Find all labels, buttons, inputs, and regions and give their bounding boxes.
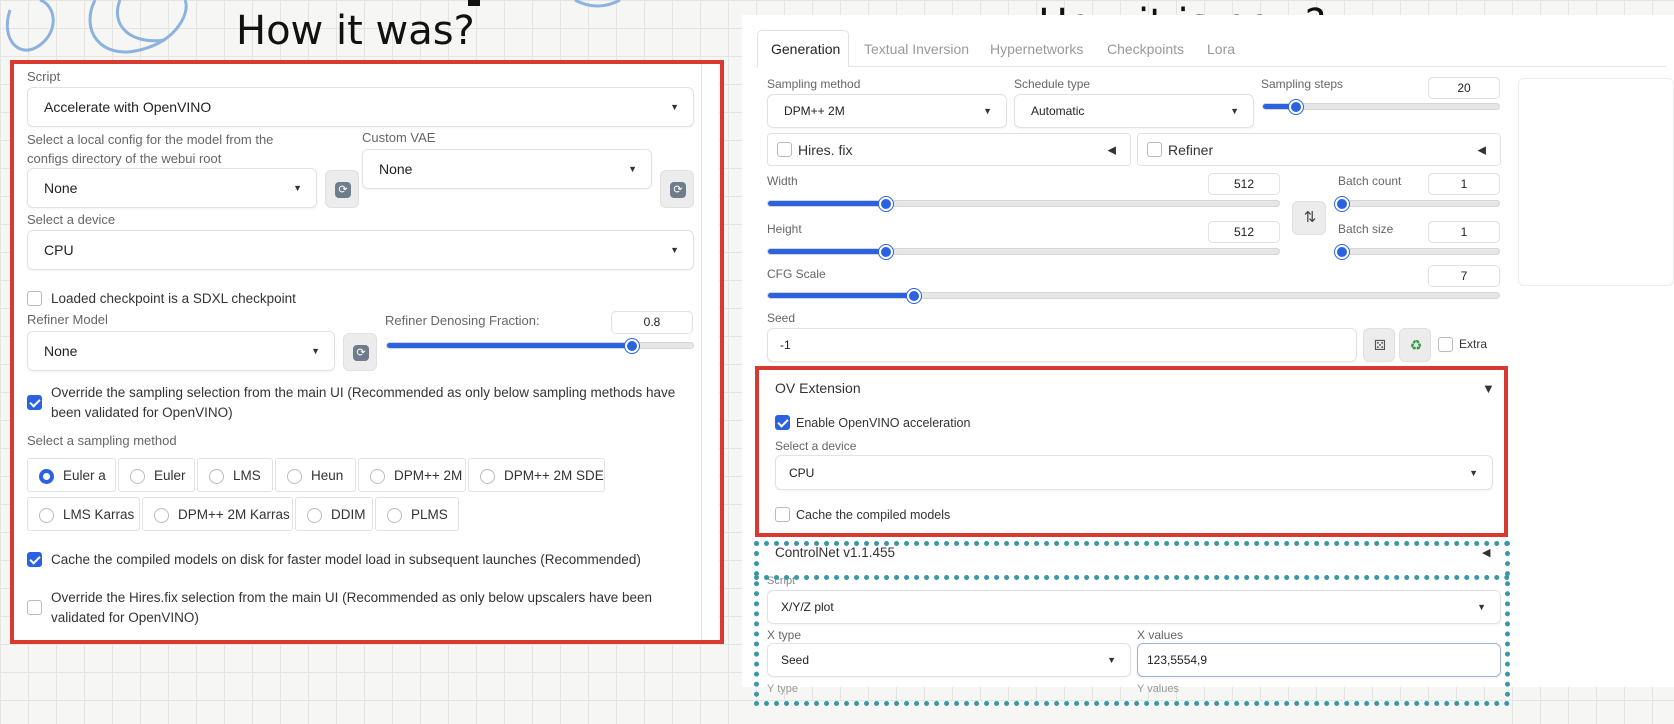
sampling-steps-label: Sampling steps bbox=[1261, 77, 1344, 91]
schedule-type-dropdown[interactable]: Automatic ▼ bbox=[1014, 94, 1254, 128]
old-ui-highlight-frame bbox=[10, 60, 724, 644]
triangle-left-icon: ◀ bbox=[1107, 144, 1116, 156]
controlnet-dotted-divider bbox=[754, 575, 1510, 580]
sampling-method-dropdown[interactable]: DPM++ 2M ▼ bbox=[767, 94, 1007, 128]
schedule-type-value: Automatic bbox=[1031, 104, 1085, 118]
output-preview-area bbox=[1518, 78, 1674, 286]
batch-size-input[interactable]: 1 bbox=[1428, 221, 1500, 243]
slider-thumb[interactable] bbox=[1289, 99, 1304, 114]
schedule-type-label: Schedule type bbox=[1014, 77, 1091, 91]
sampling-method-value: DPM++ 2M bbox=[784, 104, 845, 118]
batch-size-label: Batch size bbox=[1338, 222, 1394, 236]
slider-fill bbox=[768, 293, 915, 298]
swap-dimensions-button[interactable]: ⇅ bbox=[1292, 201, 1326, 235]
batch-size-slider[interactable] bbox=[1335, 244, 1500, 259]
seed-label: Seed bbox=[767, 311, 796, 325]
hires-fix-label: Hires. fix bbox=[798, 141, 853, 158]
sampling-steps-input[interactable]: 20 bbox=[1428, 77, 1500, 99]
new-ui-highlight-frame bbox=[755, 366, 1508, 537]
recycle-icon: ♻ bbox=[1409, 337, 1423, 353]
slider-thumb[interactable] bbox=[878, 244, 893, 259]
slider-fill bbox=[768, 201, 886, 206]
old-ui-heading: How it was? bbox=[236, 8, 475, 54]
swap-arrows-icon: ⇅ bbox=[1303, 209, 1317, 226]
slider-thumb[interactable] bbox=[907, 288, 922, 303]
batch-count-input[interactable]: 1 bbox=[1428, 173, 1500, 195]
sampling-steps-slider[interactable] bbox=[1262, 99, 1500, 114]
refiner-label: Refiner bbox=[1168, 141, 1214, 158]
tab-underline bbox=[756, 66, 1666, 67]
slider-fill bbox=[768, 249, 886, 254]
cfg-scale-input[interactable]: 7 bbox=[1428, 265, 1500, 287]
batch-count-label: Batch count bbox=[1338, 174, 1402, 188]
random-seed-button[interactable]: ⚄ bbox=[1363, 328, 1395, 362]
extra-label: Extra bbox=[1459, 337, 1488, 351]
width-slider[interactable] bbox=[767, 196, 1280, 211]
height-slider[interactable] bbox=[767, 244, 1280, 259]
seed-input[interactable]: -1 bbox=[767, 328, 1357, 362]
script-dotted-frame bbox=[754, 541, 1510, 707]
width-label: Width bbox=[767, 174, 798, 188]
cfg-scale-slider[interactable] bbox=[767, 288, 1500, 303]
chevron-down-icon: ▼ bbox=[1230, 106, 1239, 116]
width-input[interactable]: 512 bbox=[1208, 173, 1280, 195]
chevron-down-icon: ▼ bbox=[983, 106, 992, 116]
sampling-method-label: Sampling method bbox=[767, 77, 861, 91]
batch-count-slider[interactable] bbox=[1335, 196, 1500, 211]
tab-hypernetworks[interactable]: Hypernetworks bbox=[990, 41, 1083, 57]
triangle-left-icon: ◀ bbox=[1477, 144, 1486, 156]
height-input[interactable]: 512 bbox=[1208, 221, 1280, 243]
refiner-accordion[interactable]: Refiner ◀ bbox=[1137, 133, 1501, 166]
tab-lora[interactable]: Lora bbox=[1207, 41, 1235, 57]
height-label: Height bbox=[767, 222, 802, 236]
seed-value: -1 bbox=[780, 338, 791, 352]
tab-generation-label: Generation bbox=[771, 41, 841, 57]
cfg-scale-label: CFG Scale bbox=[767, 267, 826, 281]
tab-textual-inversion[interactable]: Textual Inversion bbox=[864, 41, 969, 57]
slider-thumb[interactable] bbox=[1335, 244, 1350, 259]
refiner-checkbox[interactable] bbox=[1147, 142, 1162, 157]
reuse-seed-button[interactable]: ♻ bbox=[1399, 328, 1431, 362]
slider-thumb[interactable] bbox=[878, 196, 893, 211]
tab-checkpoints[interactable]: Checkpoints bbox=[1107, 41, 1184, 57]
slider-thumb[interactable] bbox=[1335, 196, 1350, 211]
hires-fix-accordion[interactable]: Hires. fix ◀ bbox=[767, 133, 1131, 166]
hires-fix-checkbox[interactable] bbox=[777, 142, 792, 157]
dice-icon: ⚄ bbox=[1373, 337, 1387, 353]
script-dotted-bottom bbox=[754, 701, 1510, 707]
extra-checkbox[interactable] bbox=[1438, 337, 1453, 352]
